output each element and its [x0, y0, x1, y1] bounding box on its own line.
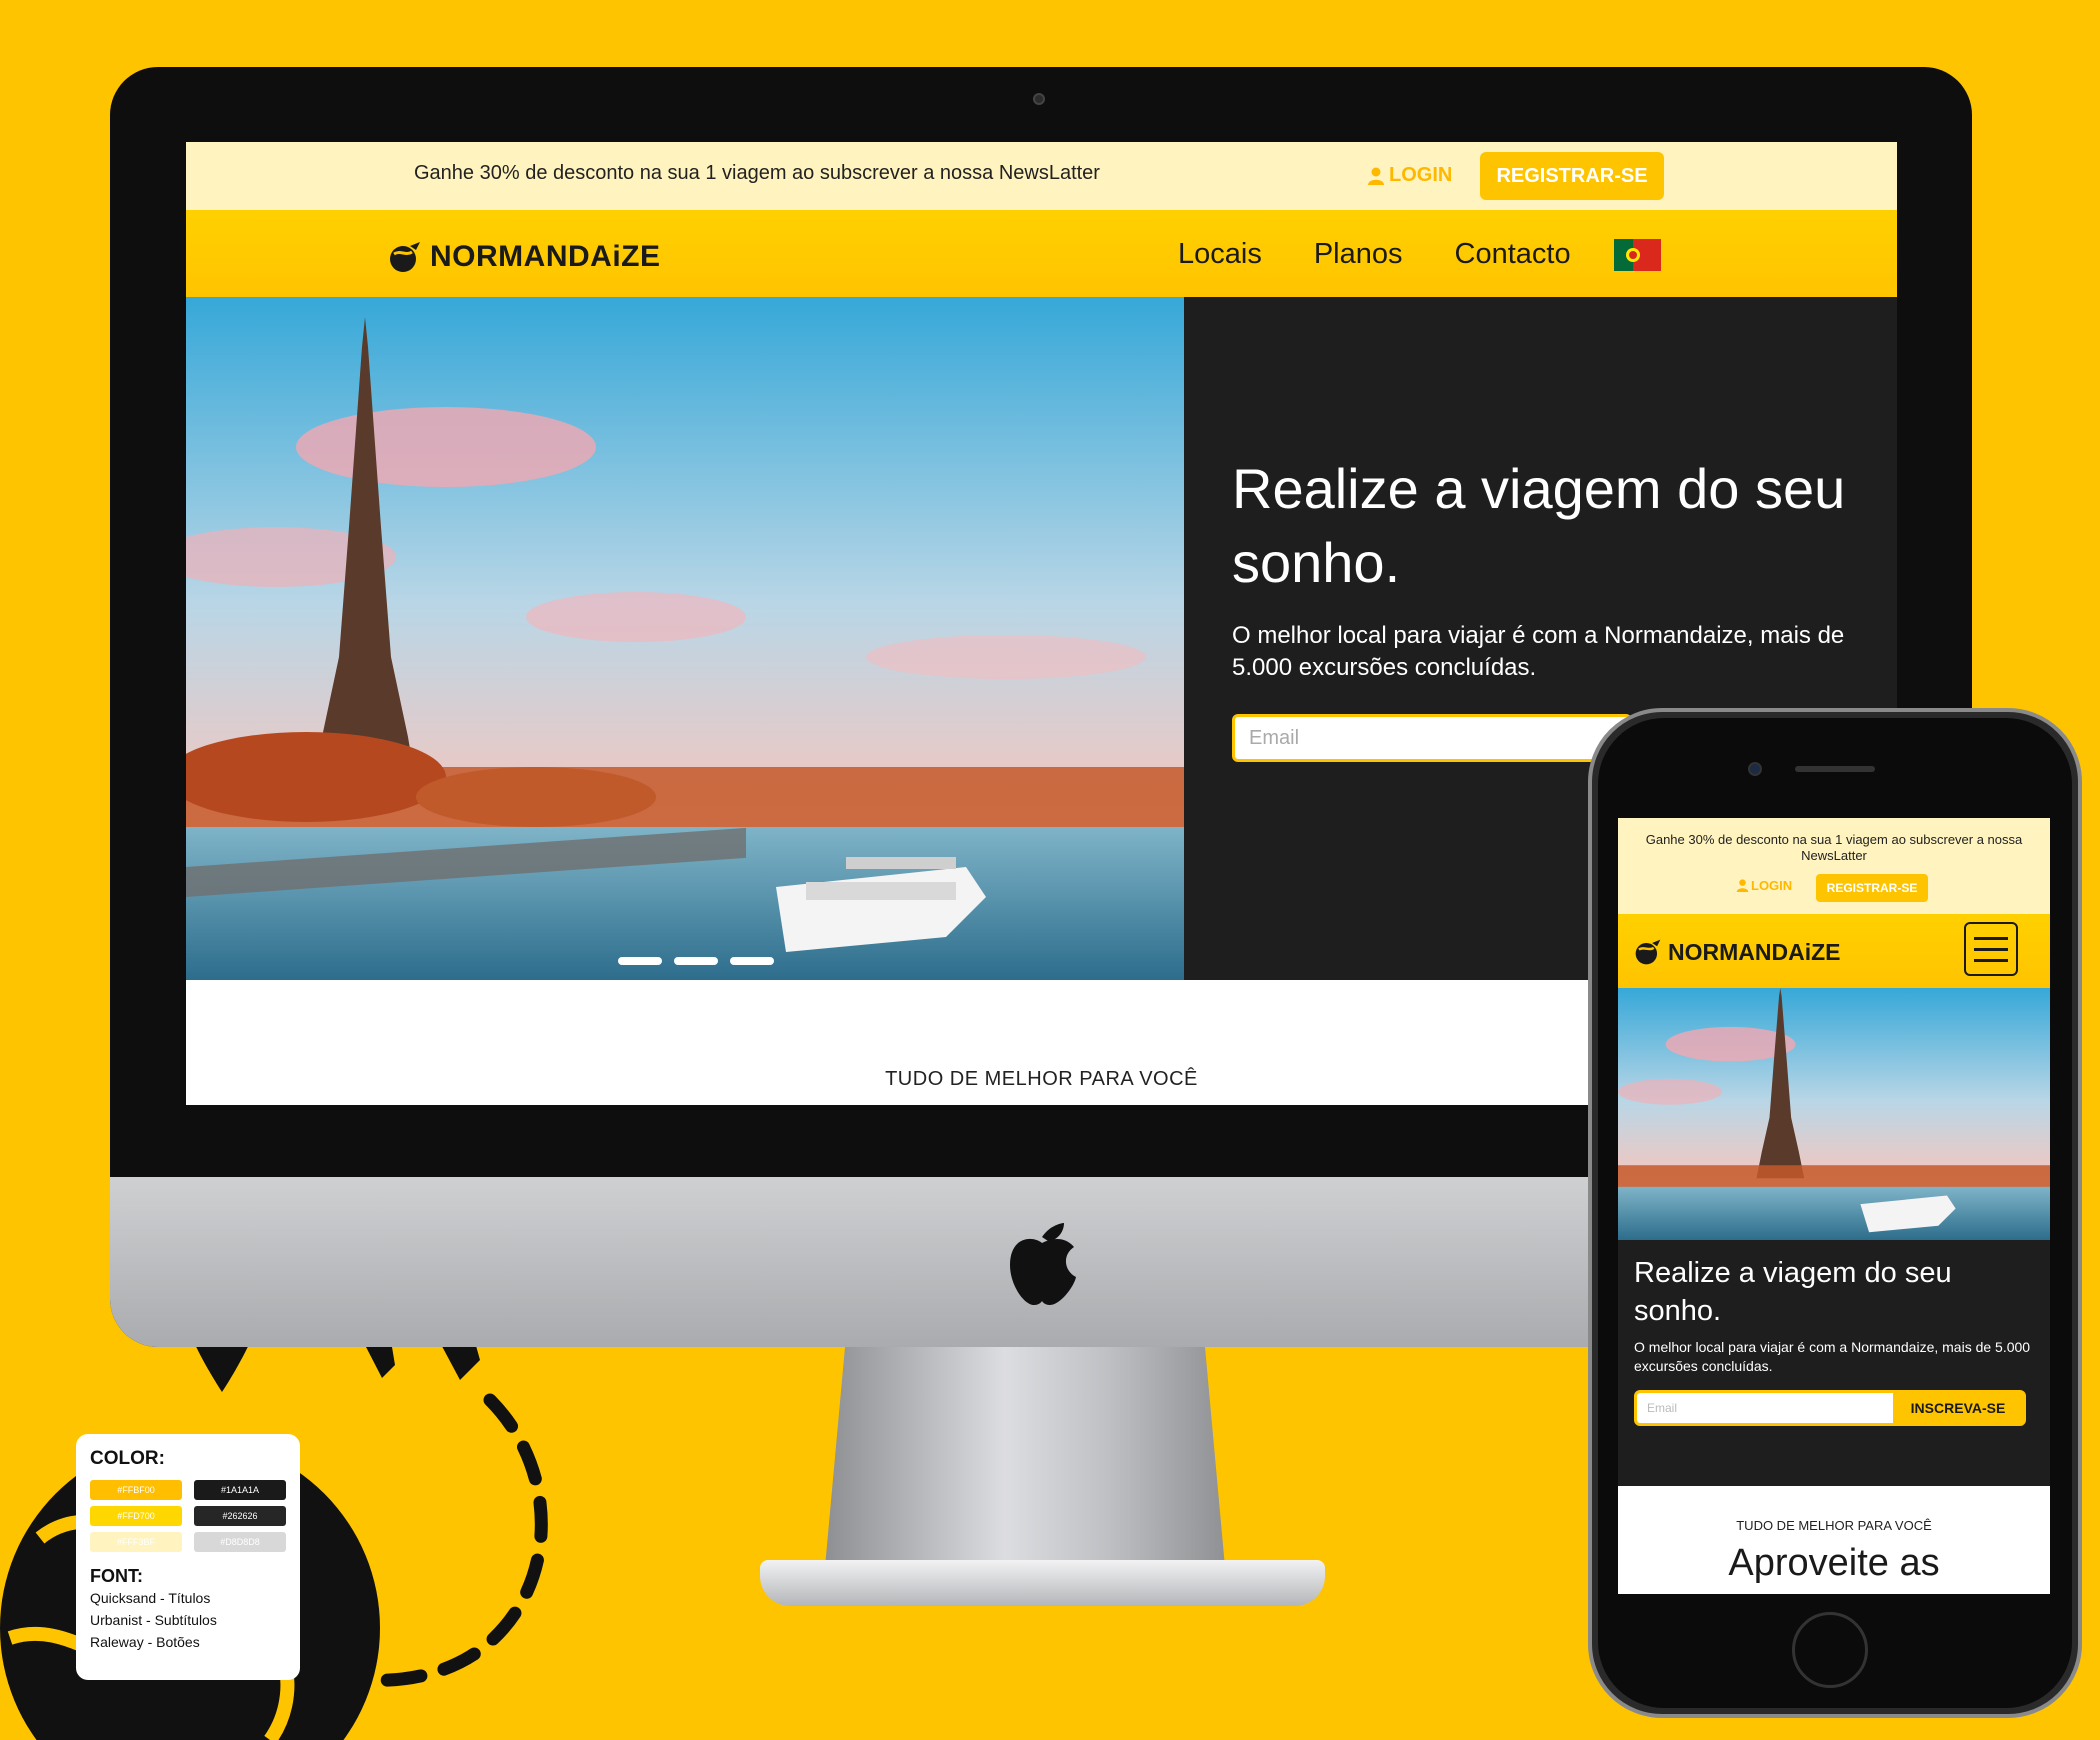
mobile-subscribe-form: Email INSCREVA-SE — [1634, 1390, 2026, 1426]
monitor-camera — [1033, 93, 1045, 105]
user-icon — [1368, 167, 1384, 185]
phone-speaker — [1795, 766, 1875, 772]
login-label: LOGIN — [1389, 164, 1453, 186]
brand-name: NORMANDAiZE — [430, 240, 661, 273]
mobile-screen: Ganhe 30% de desconto na sua 1 viagem ao… — [1618, 818, 2050, 1594]
mobile-section-heading: Aproveite as — [1728, 1542, 1940, 1584]
hero-image — [186, 297, 1184, 980]
color-swatch: #FFF3BF — [90, 1532, 182, 1552]
login-link[interactable]: LOGIN — [1367, 164, 1452, 187]
mobile-hero-image — [1618, 988, 2050, 1240]
font-item: Raleway - Botões — [90, 1634, 200, 1650]
slider-dot[interactable] — [730, 957, 774, 965]
hamburger-menu-icon[interactable] — [1964, 922, 2018, 976]
user-icon — [1736, 879, 1749, 892]
color-swatch: #D8D8D8 — [194, 1532, 286, 1552]
nav-link-locais[interactable]: Locais — [1178, 238, 1262, 271]
color-swatch: #FFBF00 — [90, 1480, 182, 1500]
style-guide-font-heading: FONT: — [90, 1566, 143, 1586]
globe-logo-icon — [390, 242, 420, 272]
email-input[interactable]: Email — [1232, 714, 1632, 762]
style-guide-color-heading: COLOR: — [90, 1448, 165, 1469]
nav-link-planos[interactable]: Planos — [1314, 238, 1403, 271]
slider-dot[interactable] — [618, 957, 662, 965]
mobile-hero-subtitle: O melhor local para viajar é com a Norma… — [1634, 1339, 2031, 1374]
slider-dots — [618, 957, 774, 965]
hero-title: Realize a viagem do seu sonho. — [1232, 457, 1846, 594]
phone-camera — [1748, 762, 1762, 776]
hero-subtitle: O melhor local para viajar é com a Norma… — [1232, 622, 1845, 681]
mobile-brand-logo[interactable]: NORMANDAiZE — [1634, 938, 1841, 966]
font-item: Urbanist - Subtítulos — [90, 1612, 217, 1628]
phone-home-button[interactable] — [1792, 1612, 1868, 1688]
promo-text: Ganhe 30% de desconto na sua 1 viagem ao… — [414, 162, 1100, 184]
eiffel-tower-image — [1618, 988, 2050, 1240]
mobile-promo-text: Ganhe 30% de desconto na sua 1 viagem ao… — [1645, 832, 2023, 863]
dashed-route-icon — [363, 1393, 548, 1687]
mobile-brand-name: NORMANDAiZE — [1668, 938, 1841, 965]
mobile-email-input[interactable]: Email — [1637, 1393, 1893, 1423]
register-button[interactable]: REGISTRAR-SE — [1480, 152, 1664, 200]
mobile-section-tagline: TUDO DE MELHOR PARA VOCÊ — [1736, 1518, 1932, 1533]
nav-links: Locais Planos Contacto — [1178, 238, 1571, 271]
mobile-register-button[interactable]: REGISTRAR-SE — [1816, 874, 1928, 902]
brand-logo[interactable]: NORMANDAiZE — [388, 240, 661, 274]
color-swatch: #1A1A1A — [194, 1480, 286, 1500]
color-swatch: #FFD700 — [90, 1506, 182, 1526]
nav-link-contacto[interactable]: Contacto — [1455, 238, 1571, 271]
color-swatch: #262626 — [194, 1506, 286, 1526]
portugal-flag-icon[interactable] — [1614, 239, 1661, 271]
apple-logo-icon — [1010, 1223, 1076, 1305]
mobile-login-label: LOGIN — [1751, 878, 1793, 893]
slider-dot[interactable] — [674, 957, 718, 965]
monitor-stand — [825, 1347, 1225, 1567]
mobile-login-link[interactable]: LOGIN — [1736, 878, 1792, 893]
style-guide-card: COLOR: #FFBF00 #1A1A1A #FFD700 #262626 #FFF3… — [76, 1434, 300, 1680]
globe-logo-icon — [1635, 939, 1661, 965]
color-swatches: #FFBF00 #1A1A1A #FFD700 #262626 #FFF3BF #D8D8… — [90, 1480, 286, 1552]
monitor-stand-foot — [760, 1560, 1325, 1606]
eiffel-tower-image — [186, 297, 1184, 980]
mobile-hero-title: Realize a viagem do seu sonho. — [1634, 1257, 1952, 1327]
font-item: Quicksand - Títulos — [90, 1590, 211, 1606]
subscribe-button[interactable]: INSCREVA-SE — [1893, 1393, 2023, 1423]
